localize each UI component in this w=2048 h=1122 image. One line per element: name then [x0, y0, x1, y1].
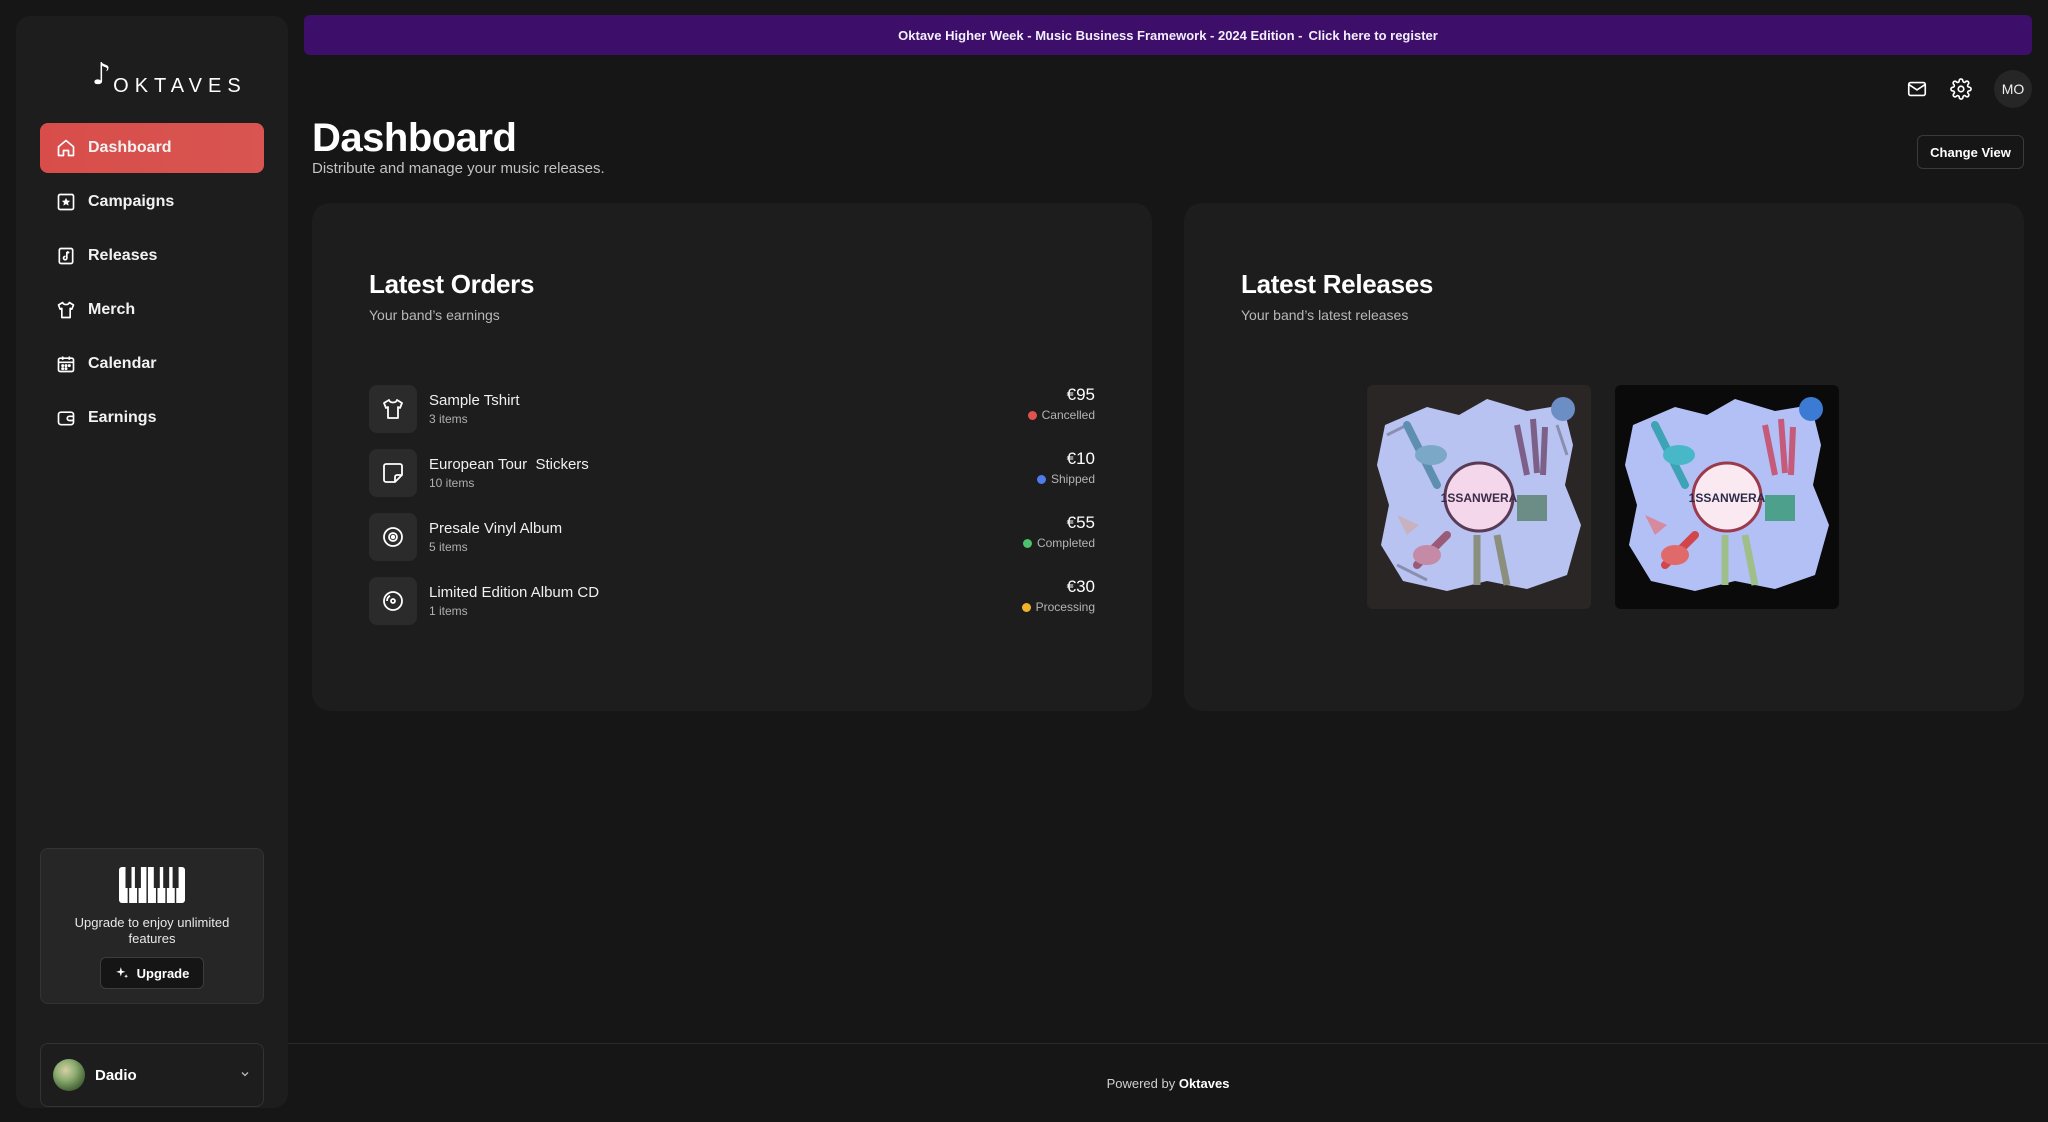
oktaves-logo[interactable]: ♪ OKTAVES: [92, 56, 247, 97]
cd-icon: [369, 577, 417, 625]
sidebar-item-label: Releases: [88, 247, 158, 264]
home-icon: [56, 138, 76, 158]
order-price: €55: [1066, 513, 1095, 532]
latest-orders-panel: Latest Orders Your band’s earnings Sampl…: [312, 203, 1152, 711]
header-actions: MO: [1906, 70, 2032, 108]
announcement-banner[interactable]: Oktave Higher Week - Music Business Fram…: [304, 15, 2032, 55]
order-price: €30: [1066, 577, 1095, 596]
order-price: €95: [1066, 385, 1095, 404]
sidebar-item-label: Campaigns: [88, 193, 175, 210]
sparkle-icon: [115, 967, 128, 979]
banner-text: Oktave Higher Week - Music Business Fram…: [898, 27, 1303, 43]
campaign-star-icon: [56, 192, 76, 212]
sidebar-item-earnings[interactable]: Earnings: [40, 393, 264, 443]
panel-title: Latest Releases: [1241, 269, 1434, 299]
chevron-down-icon: [241, 1072, 249, 1077]
sidebar: ♪ OKTAVES Dashboard Campaigns Releases M…: [16, 16, 288, 1108]
wallet-icon: [56, 408, 76, 428]
release-cover[interactable]: 1SSANWERA: [1615, 385, 1839, 609]
order-name: Presale Vinyl Album: [429, 520, 563, 537]
order-row[interactable]: Presale Vinyl Album 5 items €55 Complete…: [369, 505, 1095, 569]
page-subtitle: Distribute and manage your music release…: [312, 160, 605, 177]
order-quantity: 3 items: [429, 412, 468, 426]
music-file-icon: [56, 246, 76, 266]
page-title: Dashboard: [312, 116, 517, 160]
footer: Powered by Oktaves: [288, 1076, 2048, 1091]
piano-keys-icon: [119, 867, 185, 903]
footer-divider: [288, 1043, 2048, 1044]
gear-icon[interactable]: [1950, 78, 1972, 100]
music-note-icon: ♪: [92, 57, 112, 92]
cover-art-text: 1SSANWERA: [1441, 491, 1518, 505]
panel-subtitle: Your band’s latest releases: [1241, 307, 1409, 323]
footer-prefix: Powered by: [1106, 1076, 1179, 1091]
order-list: Sample Tshirt 3 items €95 Cancelled Euro…: [369, 377, 1095, 633]
app-root: ♪ OKTAVES Dashboard Campaigns Releases M…: [0, 0, 2048, 1122]
banner-register-link[interactable]: Click here to register: [1309, 28, 1438, 43]
vinyl-icon: [369, 513, 417, 561]
status-label: Cancelled: [1041, 408, 1095, 422]
sidebar-item-label: Merch: [88, 301, 136, 318]
sidebar-item-campaigns[interactable]: Campaigns: [40, 177, 264, 227]
upgrade-button[interactable]: Upgrade: [99, 957, 205, 989]
change-view-button[interactable]: Change View: [1917, 135, 2024, 169]
order-row[interactable]: Sample Tshirt 3 items €95 Cancelled: [369, 377, 1095, 441]
order-status: Completed: [1022, 536, 1095, 550]
order-quantity: 5 items: [429, 540, 468, 554]
order-name: European Tour Stickers: [429, 456, 589, 473]
sidebar-item-label: Earnings: [88, 409, 157, 426]
sidebar-item-dashboard[interactable]: Dashboard: [40, 123, 264, 173]
tshirt-icon: [56, 300, 76, 320]
sidebar-item-label: Dashboard: [88, 139, 172, 156]
order-status: Processing: [1021, 600, 1095, 614]
panel-title: Latest Orders: [369, 269, 535, 299]
order-status: Cancelled: [1027, 408, 1095, 422]
latest-releases-panel: Latest Releases Your band’s latest relea…: [1184, 203, 2024, 711]
order-name: Limited Edition Album CD: [429, 584, 600, 601]
release-cover[interactable]: 1SSANWERA: [1367, 385, 1591, 609]
status-dot: [1022, 538, 1032, 548]
sticker-icon: [369, 449, 417, 497]
upgrade-text: Upgrade to enjoy unlimited features: [74, 915, 230, 946]
order-row[interactable]: Limited Edition Album CD 1 items €30 Pro…: [369, 569, 1095, 633]
order-name: Sample Tshirt: [429, 392, 520, 409]
user-name: Dadio: [95, 1066, 137, 1084]
status-label: Processing: [1035, 600, 1095, 614]
order-quantity: 1 items: [429, 604, 468, 618]
order-status: Shipped: [1036, 472, 1095, 486]
sidebar-item-releases[interactable]: Releases: [40, 231, 264, 281]
status-label: Shipped: [1050, 472, 1095, 486]
panel-subtitle: Your band’s earnings: [369, 307, 500, 323]
order-price: €10: [1066, 449, 1095, 468]
release-covers: 1SSANWERA 1SSANWERA: [1367, 385, 1839, 609]
user-avatar[interactable]: MO: [1994, 70, 2032, 108]
upgrade-button-label: Upgrade: [136, 965, 190, 981]
sidebar-nav: Dashboard Campaigns Releases Merch Calen…: [40, 123, 264, 447]
user-menu[interactable]: Dadio: [40, 1043, 264, 1107]
order-row[interactable]: European Tour Stickers 10 items €10 Ship…: [369, 441, 1095, 505]
sidebar-item-label: Calendar: [88, 355, 157, 372]
upgrade-card: Upgrade to enjoy unlimited features Upgr…: [40, 848, 264, 1004]
cover-art-text: 1SSANWERA: [1689, 491, 1766, 505]
sidebar-item-calendar[interactable]: Calendar: [40, 339, 264, 389]
status-dot: [1027, 410, 1037, 420]
mail-icon[interactable]: [1906, 78, 1928, 100]
status-dot: [1021, 602, 1031, 612]
brand-name: OKTAVES: [113, 75, 247, 97]
avatar: [53, 1059, 85, 1091]
status-label: Completed: [1036, 536, 1095, 550]
sidebar-item-merch[interactable]: Merch: [40, 285, 264, 335]
status-dot: [1036, 474, 1046, 484]
footer-brand: Oktaves: [1178, 1076, 1230, 1091]
calendar-icon: [56, 354, 76, 374]
order-quantity: 10 items: [429, 476, 475, 490]
tshirt-icon: [369, 385, 417, 433]
